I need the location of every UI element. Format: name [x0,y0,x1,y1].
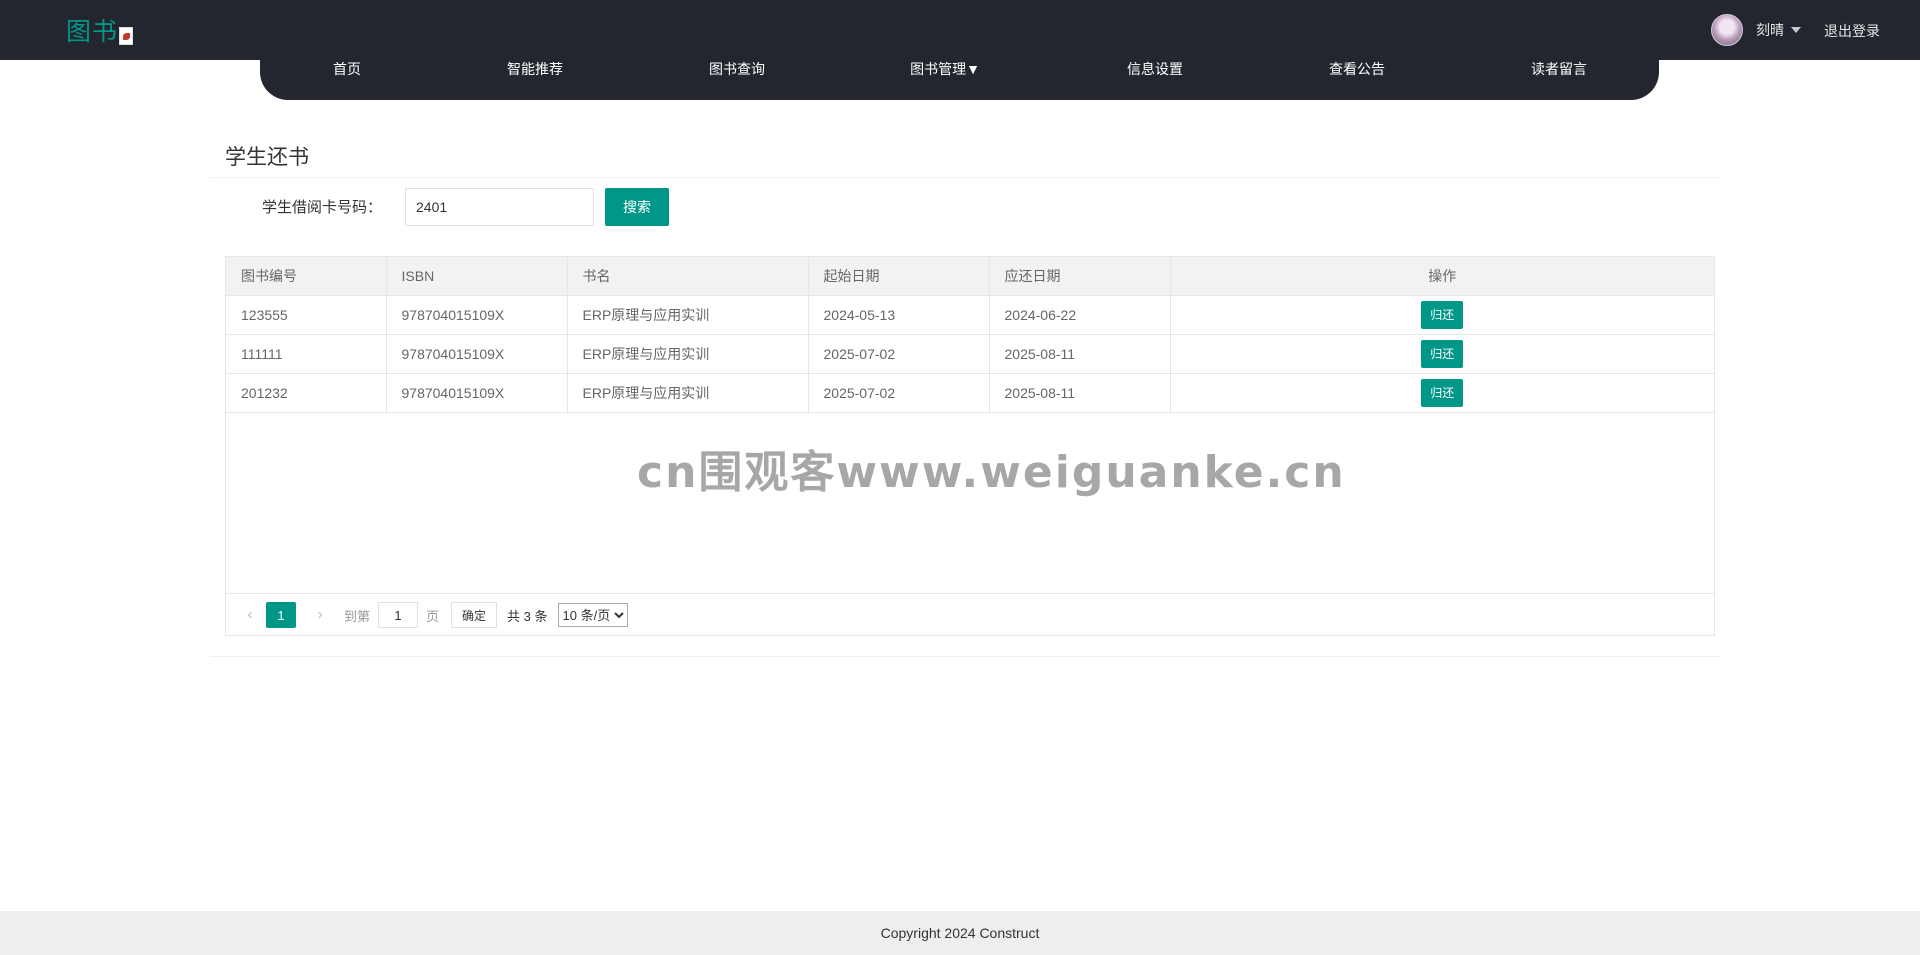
prev-page-icon[interactable]: ‹ [240,606,260,624]
nav-item-book-manage[interactable]: 图书管理▼ [910,59,980,79]
goto-page-input[interactable] [378,602,419,628]
search-button[interactable]: 搜索 [605,188,669,226]
cell-book-id: 123555 [226,295,387,335]
page-title: 学生还书 [225,146,309,169]
next-page-icon[interactable]: › [310,606,330,624]
goto-suffix: 页 [426,608,440,624]
user-name[interactable]: 刻晴 [1756,20,1784,40]
column-header: ISBN [386,257,568,296]
chevron-down-icon[interactable] [1791,27,1801,33]
copyright-text: Copyright 2024 Construct [880,925,1040,941]
pagination: ‹ 1 › 到第 页 确定 共 3 条 10 条/页 [240,601,628,629]
card-divider [210,177,1720,178]
cell-book-id: 201232 [226,373,387,413]
column-header: 图书编号 [226,257,387,296]
return-button[interactable]: 归还 [1421,340,1464,368]
table-row: 123555 978704015109X ERP原理与应用实训 2024-05-… [226,295,1714,335]
logout-link[interactable]: 退出登录 [1824,21,1880,41]
avatar[interactable] [1711,14,1743,46]
cell-start-date: 2024-05-13 [808,295,990,335]
cell-book-name: ERP原理与应用实训 [567,373,809,413]
cell-start-date: 2025-07-02 [808,334,990,374]
cell-action: 归还 [1170,373,1714,413]
cell-isbn: 978704015109X [386,295,568,335]
logo-image-icon [119,27,133,45]
cell-due-date: 2024-06-22 [989,295,1171,335]
cell-due-date: 2025-08-11 [989,334,1171,374]
cell-book-id: 111111 [226,334,387,374]
page-number-current[interactable]: 1 [266,602,296,628]
nav-item-book-search[interactable]: 图书查询 [709,59,765,79]
nav-item-announcements[interactable]: 查看公告 [1329,59,1385,79]
table-row: 111111 978704015109X ERP原理与应用实训 2025-07-… [226,334,1714,374]
card-bottom-divider [210,656,1720,657]
watermark: cn围观客www.weiguanke.cn [637,447,1346,498]
logo-text[interactable]: 图书 [66,12,118,48]
return-button[interactable]: 归还 [1421,379,1464,407]
column-header: 应还日期 [989,257,1171,296]
top-header: 图书 刻晴 退出登录 [0,0,1920,60]
pager-divider [226,593,1714,594]
cell-isbn: 978704015109X [386,373,568,413]
nav-item-settings[interactable]: 信息设置 [1127,59,1183,79]
cell-due-date: 2025-08-11 [989,373,1171,413]
cell-start-date: 2025-07-02 [808,373,990,413]
cell-action: 归还 [1170,295,1714,335]
column-header: 起始日期 [808,257,990,296]
user-menu[interactable]: 刻晴 [1711,14,1801,46]
goto-prefix: 到第 [344,608,371,624]
search-label: 学生借阅卡号码： [262,199,383,216]
cell-action: 归还 [1170,334,1714,374]
goto-confirm-button[interactable]: 确定 [451,602,498,628]
table-header-row: 图书编号 ISBN 书名 起始日期 应还日期 操作 [226,257,1714,296]
table-row: 201232 978704015109X ERP原理与应用实训 2025-07-… [226,373,1714,413]
card-number-input[interactable] [405,188,594,226]
column-header: 操作 [1170,257,1714,296]
cell-book-name: ERP原理与应用实训 [567,334,809,374]
nav-item-home[interactable]: 首页 [333,59,361,79]
nav-item-recommend[interactable]: 智能推荐 [507,59,563,79]
total-count: 共 3 条 [507,608,548,624]
return-button[interactable]: 归还 [1421,301,1464,329]
nav-item-messages[interactable]: 读者留言 [1531,59,1587,79]
cell-book-name: ERP原理与应用实训 [567,295,809,335]
page-size-select[interactable]: 10 条/页 [557,603,628,627]
column-header: 书名 [567,257,809,296]
footer: Copyright 2024 Construct [0,911,1920,955]
cell-isbn: 978704015109X [386,334,568,374]
